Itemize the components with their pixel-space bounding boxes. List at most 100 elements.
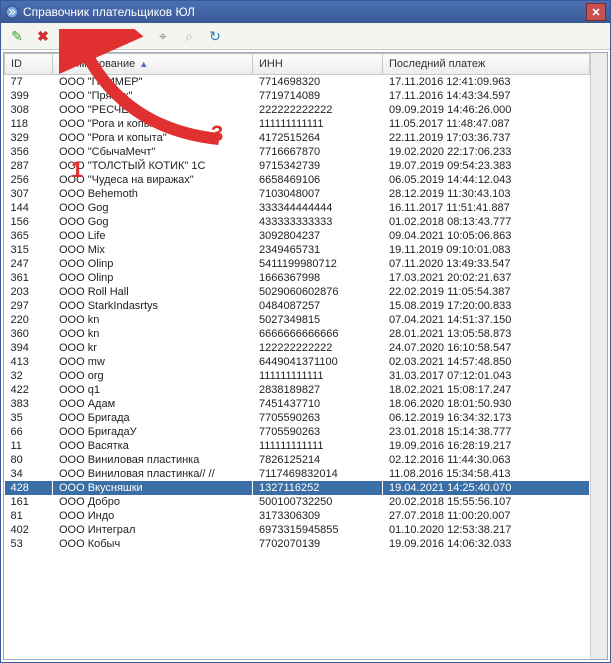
table-row[interactable]: 77ООО "ПРИМЕР"771469832017.11.2016 12:41… — [5, 75, 590, 90]
col-inn[interactable]: ИНН — [253, 54, 383, 75]
table-row[interactable]: 287ООО "ТОЛСТЫЙ КОТИК" 1С971534273919.07… — [5, 159, 590, 173]
cell-last: 17.11.2016 12:41:09.963 — [383, 75, 590, 90]
table-row[interactable]: 118ООО "Рога и копыта"11111111111111.05.… — [5, 117, 590, 131]
cell-name: ООО Виниловая пластинка// // — [53, 467, 253, 481]
filter-button[interactable]: ⌖ — [151, 24, 175, 48]
cell-name: ООО kn — [53, 313, 253, 327]
col-id[interactable]: ID — [5, 54, 53, 75]
cell-inn: 222222222222 — [253, 103, 383, 117]
cell-last: 24.07.2020 16:10:58.547 — [383, 341, 590, 355]
table-row[interactable]: 361ООО Olinp166636799817.03.2021 20:02:2… — [5, 271, 590, 285]
table-row[interactable]: 329ООО "Рога и копыта"417251526422.11.20… — [5, 131, 590, 145]
cell-last: 18.06.2020 18:01:50.930 — [383, 397, 590, 411]
table-row[interactable]: 308ООО "РЕСЧЕТ"22222222222209.09.2019 14… — [5, 103, 590, 117]
cell-last: 22.02.2019 11:05:54.387 — [383, 285, 590, 299]
cell-last: 09.04.2021 10:05:06.863 — [383, 229, 590, 243]
cell-last: 11.05.2017 11:48:47.087 — [383, 117, 590, 131]
cell-inn: 1666367998 — [253, 271, 383, 285]
app-icon — [5, 5, 19, 19]
export-button[interactable]: ⬆ — [91, 24, 115, 48]
cell-name: ООО Mix — [53, 243, 253, 257]
filter-clear-button[interactable]: ⌕ — [177, 24, 201, 48]
table-row[interactable]: 297ООО StarkIndasrtys048408725715.08.201… — [5, 299, 590, 313]
table-row[interactable]: 394ООО kr12222222222224.07.2020 16:10:58… — [5, 341, 590, 355]
cell-name: ООО "Пряник" — [53, 89, 253, 103]
cell-inn: 111111111111 — [253, 369, 383, 383]
table-row[interactable]: 307ООО Behemoth710304800728.12.2019 11:3… — [5, 187, 590, 201]
cell-last: 01.10.2020 12:53:38.217 — [383, 523, 590, 537]
table-row[interactable]: 81ООО Индо317330630927.07.2018 11:00:20.… — [5, 509, 590, 523]
table-row[interactable]: 156ООО Gog43333333333301.02.2018 08:13:4… — [5, 215, 590, 229]
cell-id: 361 — [5, 271, 53, 285]
cell-name: ООО Вкусняшки — [53, 481, 253, 495]
cell-last: 07.11.2020 13:49:33.547 — [383, 257, 590, 271]
table-row[interactable]: 144ООО Gog33334444444416.11.2017 11:51:4… — [5, 201, 590, 215]
table-row[interactable]: 32ООО org11111111111131.03.2017 07:12:01… — [5, 369, 590, 383]
table-row[interactable]: 315ООО Mix234946573119.11.2019 09:10:01.… — [5, 243, 590, 257]
cell-id: 81 — [5, 509, 53, 523]
sort-asc-icon: ▲ — [139, 59, 148, 69]
cell-inn: 5029060602876 — [253, 285, 383, 299]
table-row[interactable]: 402ООО Интеграл697331594585501.10.2020 1… — [5, 523, 590, 537]
table-row[interactable]: 203ООО Roll Hall502906060287622.02.2019 … — [5, 285, 590, 299]
cell-id: 220 — [5, 313, 53, 327]
cell-inn: 500100732250 — [253, 495, 383, 509]
cell-last: 27.07.2018 11:00:20.007 — [383, 509, 590, 523]
scrollbar[interactable] — [590, 53, 607, 659]
cell-inn: 5027349815 — [253, 313, 383, 327]
cell-name: ООО Добро — [53, 495, 253, 509]
cell-id: 144 — [5, 201, 53, 215]
cell-name: ООО "Чудеса на виражах" — [53, 173, 253, 187]
delete-button[interactable]: ✖ — [31, 24, 55, 48]
table-row[interactable]: 11ООО Васятка11111111111119.09.2016 16:2… — [5, 439, 590, 453]
table-row[interactable]: 66ООО БригадаУ770559026323.01.2018 15:14… — [5, 425, 590, 439]
cell-inn: 433333333333 — [253, 215, 383, 229]
cell-name: ООО q1 — [53, 383, 253, 397]
link-button[interactable]: ⚭ — [125, 24, 149, 48]
table-row[interactable]: 422ООО q1283818982718.02.2021 15:08:17.2… — [5, 383, 590, 397]
table-row[interactable]: 34ООО Виниловая пластинка// //7117469832… — [5, 467, 590, 481]
table-row[interactable]: 53ООО Кобыч770207013919.09.2016 14:06:32… — [5, 537, 590, 551]
import-button[interactable]: ⬇ — [65, 24, 89, 48]
cell-inn: 7103048007 — [253, 187, 383, 201]
table-row[interactable]: 399ООО "Пряник"771971408917.11.2016 14:4… — [5, 89, 590, 103]
col-name[interactable]: Наименование▲ — [53, 54, 253, 75]
cell-id: 297 — [5, 299, 53, 313]
cell-inn: 111111111111 — [253, 117, 383, 131]
close-button[interactable]: ✕ — [586, 3, 606, 21]
table-row[interactable]: 356ООО "СбычаМечт"771666787019.02.2020 2… — [5, 145, 590, 159]
cell-name: ООО "Рога и копыта" — [53, 131, 253, 145]
funnel-clear-icon: ⌕ — [185, 29, 193, 43]
table-row[interactable]: 256ООО "Чудеса на виражах"665846910606.0… — [5, 173, 590, 187]
table-row[interactable]: 383ООО Адам745143771018.06.2020 18:01:50… — [5, 397, 590, 411]
table-scroll[interactable]: ID Наименование▲ ИНН Последний платеж 77… — [4, 53, 590, 659]
table-row[interactable]: 428ООО Вкусняшки132711625219.04.2021 14:… — [5, 481, 590, 495]
table-row[interactable]: 35ООО Бригада770559026306.12.2019 16:34:… — [5, 411, 590, 425]
cell-last: 16.11.2017 11:51:41.887 — [383, 201, 590, 215]
cell-id: 35 — [5, 411, 53, 425]
titlebar: Справочник плательщиков ЮЛ ✕ — [1, 1, 610, 23]
cell-id: 422 — [5, 383, 53, 397]
table-row[interactable]: 360ООО kn666666666666628.01.2021 13:05:5… — [5, 327, 590, 341]
col-last[interactable]: Последний платеж — [383, 54, 590, 75]
cell-last: 23.01.2018 15:14:38.777 — [383, 425, 590, 439]
cell-name: ООО kn — [53, 327, 253, 341]
table-row[interactable]: 247ООО Olinp541119998071207.11.2020 13:4… — [5, 257, 590, 271]
cell-inn: 3092804237 — [253, 229, 383, 243]
table-row[interactable]: 220ООО kn502734981507.04.2021 14:51:37.1… — [5, 313, 590, 327]
table-row[interactable]: 365ООО Life309280423709.04.2021 10:05:06… — [5, 229, 590, 243]
refresh-button[interactable]: ↻ — [203, 24, 227, 48]
cell-inn: 5411199980712 — [253, 257, 383, 271]
cell-id: 32 — [5, 369, 53, 383]
cell-id: 383 — [5, 397, 53, 411]
cell-name: ООО БригадаУ — [53, 425, 253, 439]
cell-id: 356 — [5, 145, 53, 159]
edit-button[interactable]: ✎ — [5, 24, 29, 48]
table-row[interactable]: 161ООО Добро50010073225020.02.2018 15:55… — [5, 495, 590, 509]
cell-inn: 7719714089 — [253, 89, 383, 103]
cell-name: ООО Life — [53, 229, 253, 243]
table-row[interactable]: 80ООО Виниловая пластинка782612521402.12… — [5, 453, 590, 467]
table-row[interactable]: 413ООО mw644904137110002.03.2021 14:57:4… — [5, 355, 590, 369]
cell-last: 19.09.2016 16:28:19.217 — [383, 439, 590, 453]
cell-inn: 3173306309 — [253, 509, 383, 523]
